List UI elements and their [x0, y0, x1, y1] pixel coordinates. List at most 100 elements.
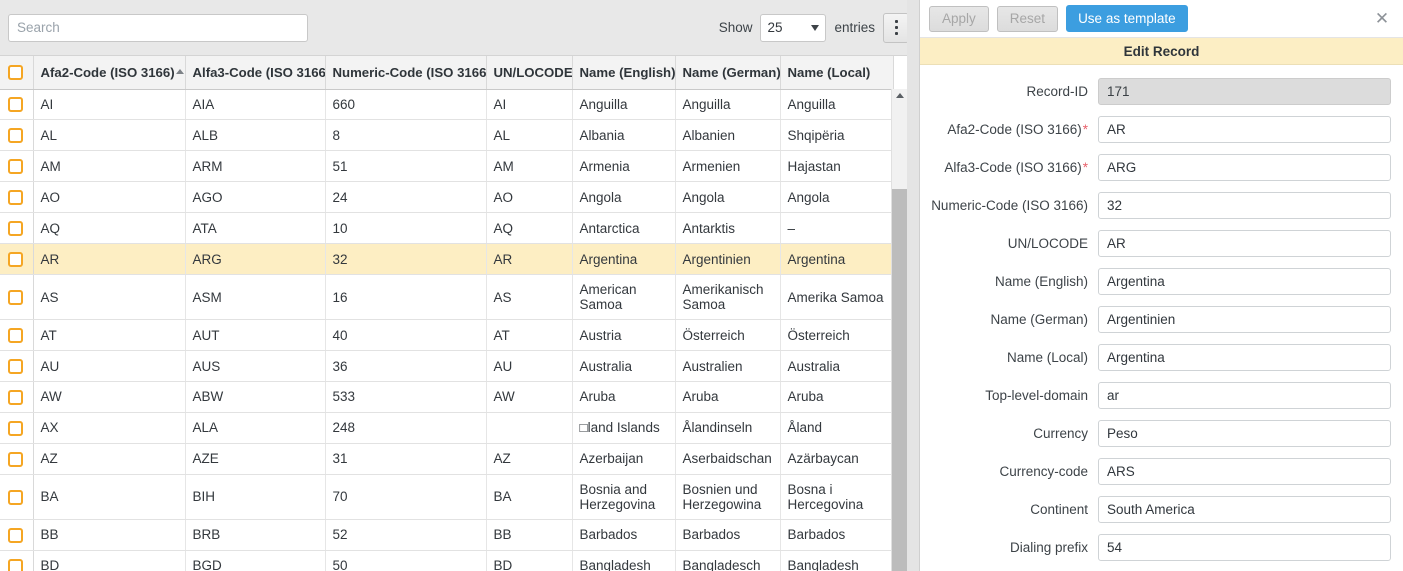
table-row[interactable]: BBBRB52BBBarbadosBarbadosBarbados — [0, 519, 893, 550]
cell-name-en: Anguilla — [572, 89, 675, 120]
form-field-row: Top-level-domain — [920, 382, 1391, 409]
select-all-checkbox[interactable] — [8, 65, 23, 80]
cell-alfa3: ARM — [185, 151, 325, 182]
table-row[interactable]: BABIH70BABosnia and HerzegovinaBosnien u… — [0, 474, 893, 519]
column-header-alfa3[interactable]: Alfa3-Code (ISO 3166) — [185, 56, 325, 89]
row-select-checkbox[interactable] — [8, 252, 23, 267]
grid-vertical-scrollbar[interactable] — [891, 89, 907, 571]
cell-name-local: Azärbaycan — [780, 443, 893, 474]
table-row[interactable]: ASASM16ASAmerican SamoaAmerikanisch Samo… — [0, 275, 893, 320]
cell-numeric: 40 — [325, 320, 486, 351]
column-header-name-german[interactable]: Name (German) — [675, 56, 780, 89]
cell-numeric: 248 — [325, 412, 486, 443]
table-row[interactable]: BDBGD50BDBangladeshBangladeschBangladesh — [0, 550, 893, 571]
column-header-name-english[interactable]: Name (English) — [572, 56, 675, 89]
form-field-input[interactable] — [1098, 420, 1391, 447]
form-field-input[interactable] — [1098, 116, 1391, 143]
cell-name-de: Österreich — [675, 320, 780, 351]
table-row[interactable]: AIAIA660AIAnguillaAnguillaAnguilla — [0, 89, 893, 120]
row-select-cell — [0, 351, 33, 382]
form-field-input[interactable] — [1098, 496, 1391, 523]
cell-name-local: Argentina — [780, 244, 893, 275]
row-select-checkbox[interactable] — [8, 559, 23, 571]
row-select-checkbox[interactable] — [8, 490, 23, 505]
cell-name-local: Aruba — [780, 382, 893, 413]
row-select-checkbox[interactable] — [8, 528, 23, 543]
form-field-input[interactable] — [1098, 230, 1391, 257]
cell-unlocode: AW — [486, 382, 572, 413]
cell-name-de: Amerikanisch Samoa — [675, 275, 780, 320]
table-row[interactable]: ATAUT40ATAustriaÖsterreichÖsterreich — [0, 320, 893, 351]
form-field-input[interactable] — [1098, 192, 1391, 219]
row-select-checkbox[interactable] — [8, 328, 23, 343]
row-select-checkbox[interactable] — [8, 290, 23, 305]
cell-numeric: 660 — [325, 89, 486, 120]
apply-button[interactable]: Apply — [929, 6, 989, 32]
form-field-input[interactable] — [1098, 382, 1391, 409]
use-as-template-button[interactable]: Use as template — [1066, 5, 1188, 32]
form-field-row: Alfa3-Code (ISO 3166)* — [920, 154, 1391, 181]
form-field-label: Alfa3-Code (ISO 3166)* — [920, 154, 1098, 177]
page-length-value: 25 — [767, 20, 782, 35]
row-select-checkbox[interactable] — [8, 97, 23, 112]
cell-name-en: Bangladesh — [572, 550, 675, 571]
cell-name-de: Aruba — [675, 382, 780, 413]
form-field-input[interactable] — [1098, 268, 1391, 295]
form-field-label-text: Name (Local) — [1007, 350, 1088, 365]
form-field-row: Name (German) — [920, 306, 1391, 333]
column-header-afa2[interactable]: Afa2-Code (ISO 3166) — [33, 56, 185, 89]
table-row[interactable]: AMARM51AMArmeniaArmenienHajastan — [0, 151, 893, 182]
page-length-select[interactable]: 25 — [760, 14, 826, 42]
kebab-menu-button[interactable] — [883, 13, 909, 43]
form-field-input[interactable] — [1098, 534, 1391, 561]
form-field-label-text: Continent — [1030, 502, 1088, 517]
table-row[interactable]: AXALA248□land IslandsÅlandinselnÅland — [0, 412, 893, 443]
column-header-name-local[interactable]: Name (Local) — [780, 56, 893, 89]
scroll-up-arrow-icon[interactable] — [896, 93, 904, 98]
cell-name-local: Bosna i Hercegovina — [780, 474, 893, 519]
table-row[interactable]: AWABW533AWArubaArubaAruba — [0, 382, 893, 413]
table-row[interactable]: AUAUS36AUAustraliaAustralienAustralia — [0, 351, 893, 382]
table-row[interactable]: AZAZE31AZAzerbaijanAserbaidschanAzärbayc… — [0, 443, 893, 474]
search-input[interactable] — [8, 14, 308, 42]
cell-name-de: Anguilla — [675, 89, 780, 120]
row-select-checkbox[interactable] — [8, 452, 23, 467]
cell-unlocode: AR — [486, 244, 572, 275]
cell-numeric: 32 — [325, 244, 486, 275]
row-select-cell — [0, 412, 33, 443]
table-row[interactable]: AQATA10AQAntarcticaAntarktis– — [0, 213, 893, 244]
form-field-input[interactable] — [1098, 458, 1391, 485]
close-icon[interactable]: ✕ — [1371, 8, 1393, 30]
cell-name-de: Australien — [675, 351, 780, 382]
row-select-checkbox[interactable] — [8, 190, 23, 205]
row-select-cell — [0, 320, 33, 351]
table-row[interactable]: ALALB8ALAlbaniaAlbanienShqipëria — [0, 120, 893, 151]
row-select-checkbox[interactable] — [8, 421, 23, 436]
column-header-numeric[interactable]: Numeric-Code (ISO 3166) — [325, 56, 486, 89]
cell-alfa3: ATA — [185, 213, 325, 244]
kebab-dot — [895, 20, 898, 23]
cell-unlocode: AQ — [486, 213, 572, 244]
form-field-input[interactable] — [1098, 154, 1391, 181]
form-field-input[interactable] — [1098, 306, 1391, 333]
cell-numeric: 533 — [325, 382, 486, 413]
row-select-checkbox[interactable] — [8, 159, 23, 174]
row-select-checkbox[interactable] — [8, 128, 23, 143]
form-field-label: Name (German) — [920, 306, 1098, 329]
row-select-checkbox[interactable] — [8, 390, 23, 405]
cell-name-local: Österreich — [780, 320, 893, 351]
cell-name-en: Argentina — [572, 244, 675, 275]
cell-afa2: BD — [33, 550, 185, 571]
cell-name-en: Barbados — [572, 519, 675, 550]
cell-alfa3: AZE — [185, 443, 325, 474]
table-row[interactable]: AOAGO24AOAngolaAngolaAngola — [0, 182, 893, 213]
table-row[interactable]: ARARG32ARArgentinaArgentinienArgentina — [0, 244, 893, 275]
reset-button[interactable]: Reset — [997, 6, 1058, 32]
form-field-input[interactable] — [1098, 344, 1391, 371]
grid-table-scroll-region[interactable]: Afa2-Code (ISO 3166) Alfa3-Code (ISO 316… — [0, 56, 919, 571]
column-header-unlocode[interactable]: UN/LOCODE — [486, 56, 572, 89]
row-select-checkbox[interactable] — [8, 221, 23, 236]
scrollbar-thumb[interactable] — [892, 189, 907, 571]
form-field-label-text: Top-level-domain — [985, 388, 1088, 403]
row-select-checkbox[interactable] — [8, 359, 23, 374]
